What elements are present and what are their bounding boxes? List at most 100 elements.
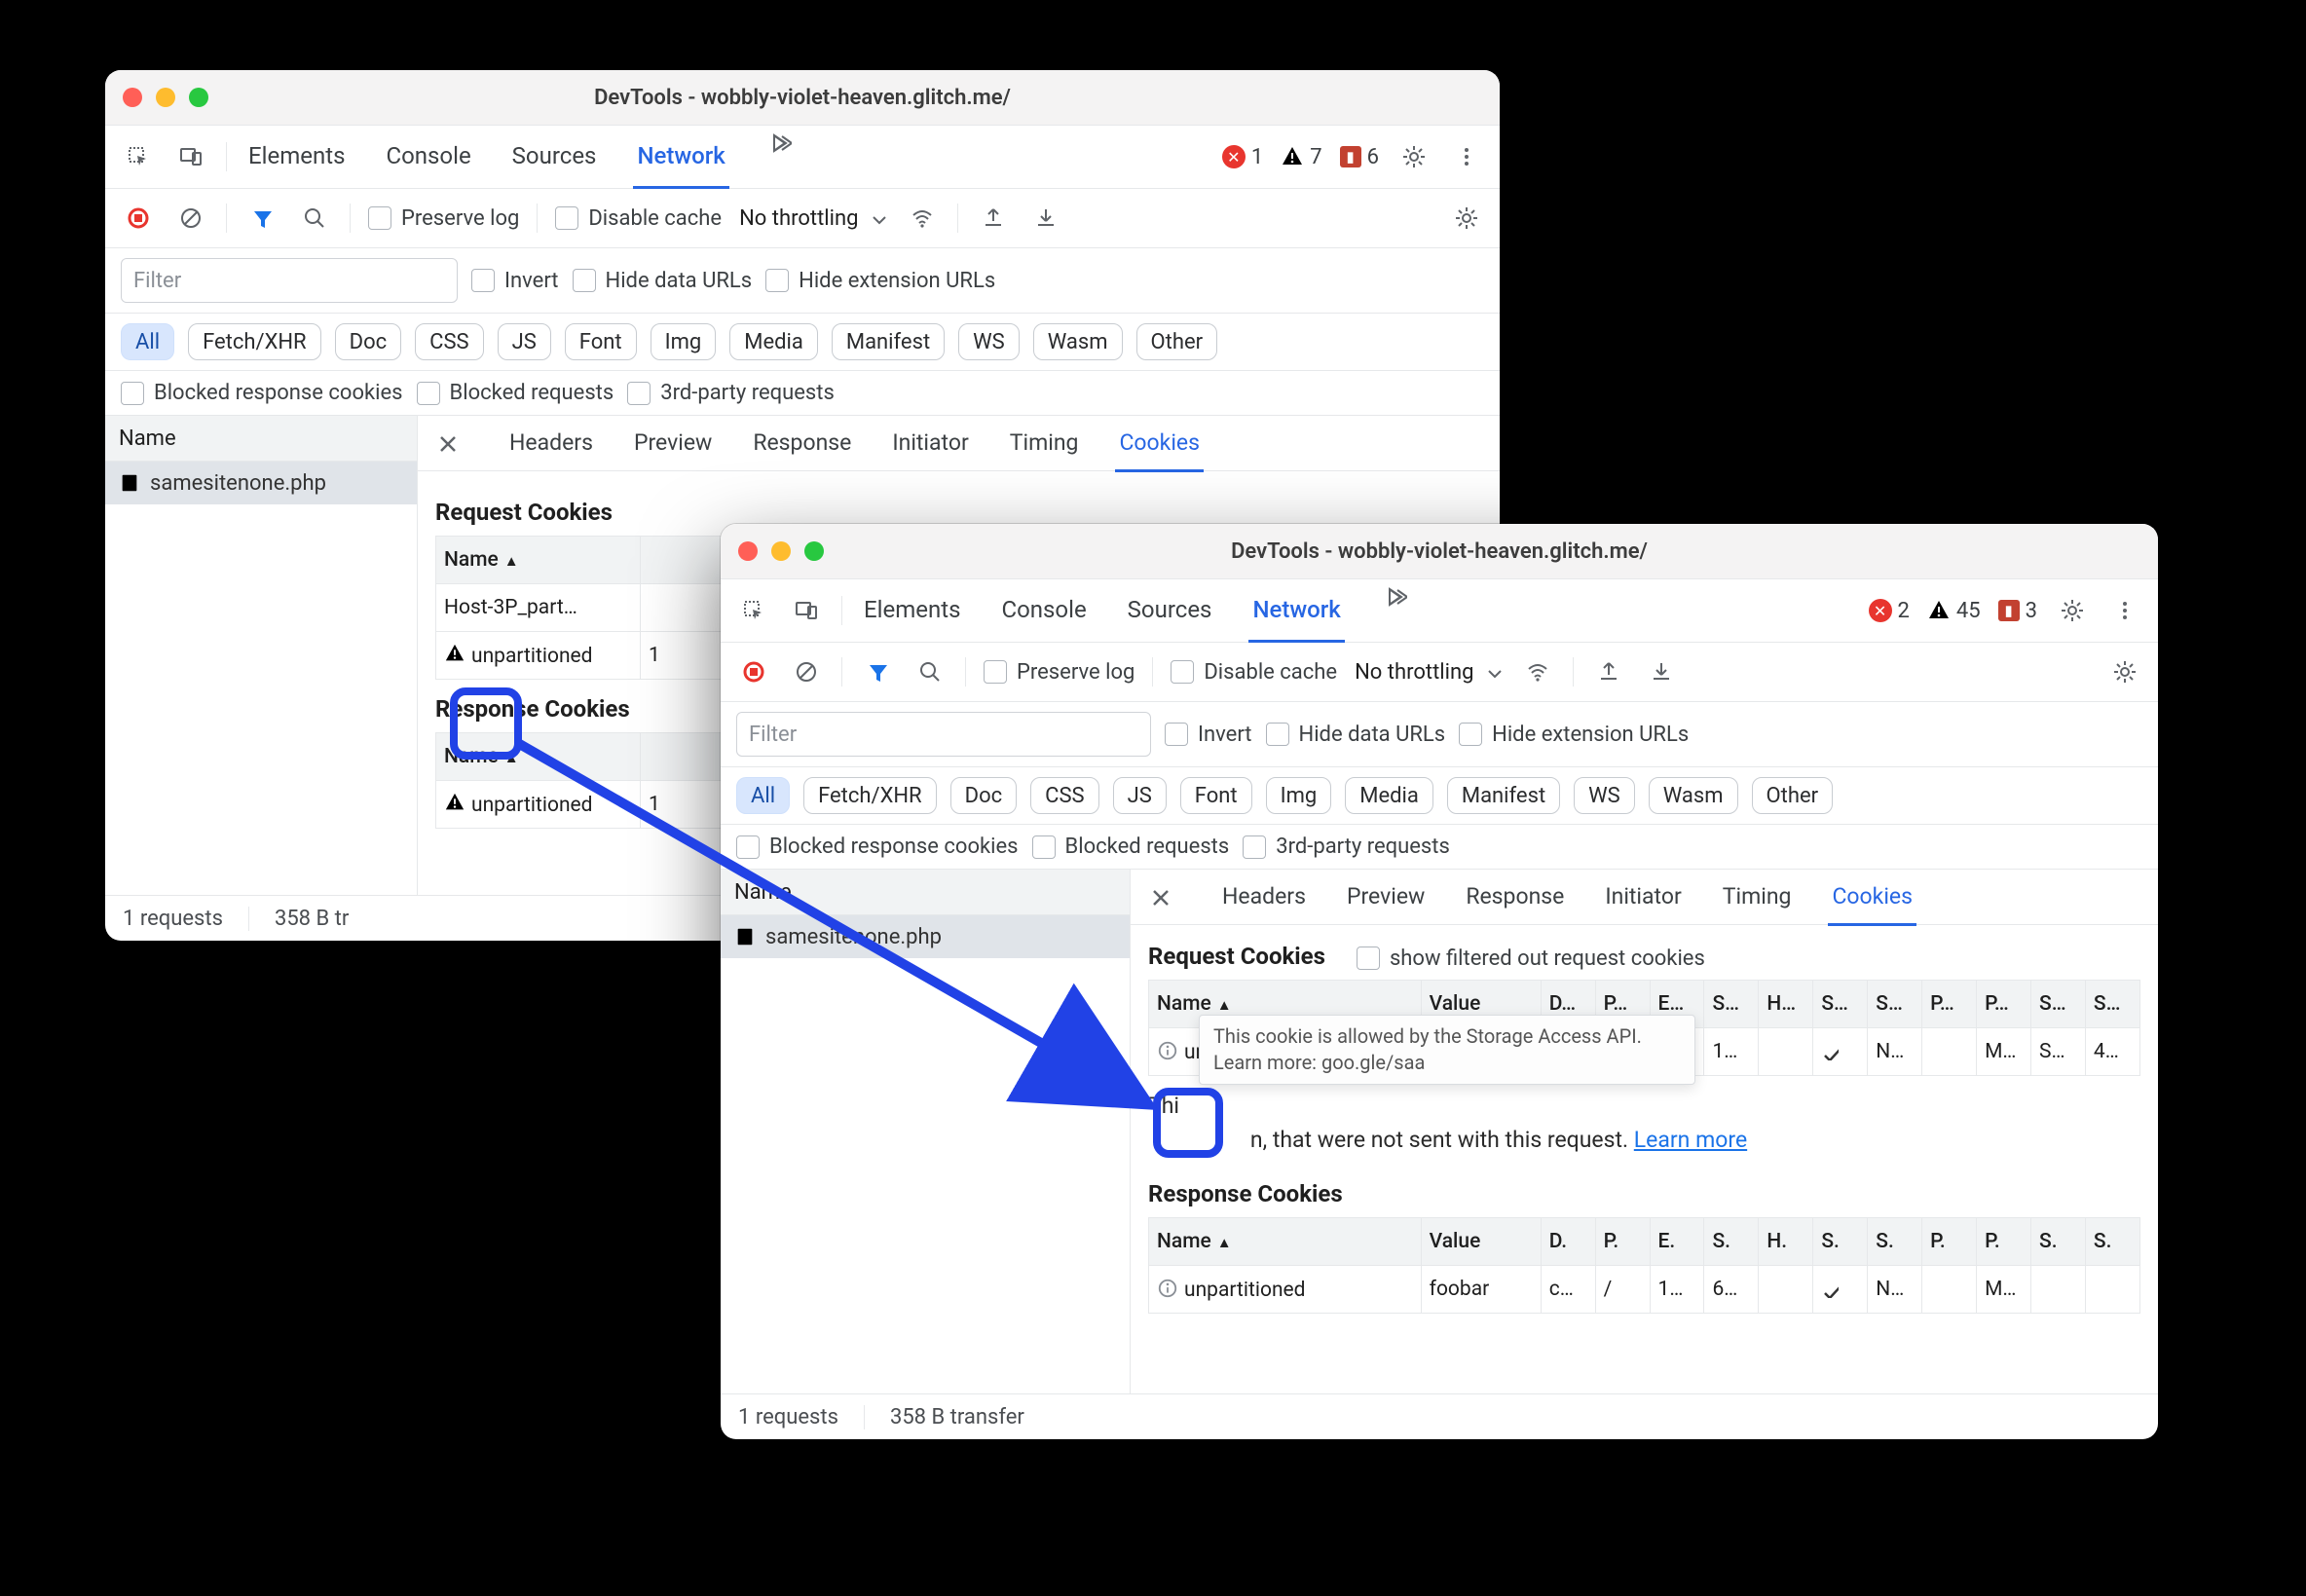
detail-tab-headers[interactable]: Headers <box>505 415 597 472</box>
zoom-window-icon[interactable] <box>189 88 208 107</box>
inspect-icon[interactable] <box>121 139 156 174</box>
detail-tab-response[interactable]: Response <box>749 415 855 472</box>
tab-console[interactable]: Console <box>997 579 1090 643</box>
type-chip-ws[interactable]: WS <box>958 323 1020 360</box>
preserve-log-checkbox[interactable]: Preserve log <box>984 660 1134 685</box>
traffic-lights[interactable] <box>123 88 208 107</box>
detail-tab-headers[interactable]: Headers <box>1218 869 1310 926</box>
blocked-response-cookies-checkbox[interactable]: Blocked response cookies <box>736 835 1019 859</box>
learn-more-link[interactable]: Learn more <box>1634 1127 1747 1153</box>
type-chip-doc[interactable]: Doc <box>335 323 402 360</box>
inspect-icon[interactable] <box>736 593 771 628</box>
tab-elements[interactable]: Elements <box>860 579 964 643</box>
filter-toggle-icon[interactable] <box>244 201 279 236</box>
request-row[interactable]: samesitenone.php <box>105 462 417 504</box>
th-name[interactable]: Name▲ <box>436 537 641 584</box>
clear-button[interactable] <box>789 654 824 689</box>
tab-sources[interactable]: Sources <box>1124 579 1216 643</box>
settings-icon[interactable] <box>2055 593 2090 628</box>
detail-tab-response[interactable]: Response <box>1462 869 1568 926</box>
error-warning-counts[interactable]: ✕2 45 ▮3 <box>1869 599 2037 623</box>
hide-extension-urls-checkbox[interactable]: Hide extension URLs <box>765 269 995 293</box>
titlebar[interactable]: DevTools - wobbly-violet-heaven.glitch.m… <box>105 70 1500 126</box>
minimize-window-icon[interactable] <box>156 88 175 107</box>
export-har-icon[interactable] <box>1028 201 1063 236</box>
requests-list[interactable]: samesitenone.php <box>105 462 417 895</box>
response-cookies-table[interactable]: Name▲ ValueD.P.E.S.H.S.S.P.P.S.S. unpart… <box>1148 1217 2140 1314</box>
detail-tab-timing[interactable]: Timing <box>1006 415 1083 472</box>
settings-icon[interactable] <box>1396 139 1432 174</box>
detail-tab-preview[interactable]: Preview <box>630 415 716 472</box>
type-chip-ws[interactable]: WS <box>1574 777 1635 814</box>
import-har-icon[interactable] <box>1591 654 1626 689</box>
hide-data-urls-checkbox[interactable]: Hide data URLs <box>573 269 753 293</box>
third-party-checkbox[interactable]: 3rd-party requests <box>627 381 835 405</box>
type-chip-media[interactable]: Media <box>729 323 818 360</box>
hide-data-urls-checkbox[interactable]: Hide data URLs <box>1266 723 1446 747</box>
more-tabs-icon[interactable] <box>1378 579 1413 614</box>
search-icon[interactable] <box>297 201 332 236</box>
error-warning-counts[interactable]: ✕1 7 ▮6 <box>1222 145 1379 169</box>
network-settings-icon[interactable] <box>1449 201 1484 236</box>
type-chip-wasm[interactable]: Wasm <box>1033 323 1123 360</box>
close-detail-icon[interactable] <box>1140 877 1179 916</box>
network-conditions-icon[interactable] <box>1520 654 1555 689</box>
throttling-select[interactable]: No throttling <box>739 206 887 231</box>
export-har-icon[interactable] <box>1644 654 1679 689</box>
type-chip-font[interactable]: Font <box>565 323 637 360</box>
blocked-requests-checkbox[interactable]: Blocked requests <box>417 381 614 405</box>
throttling-select[interactable]: No throttling <box>1355 660 1503 685</box>
record-button[interactable] <box>121 201 156 236</box>
hide-extension-urls-checkbox[interactable]: Hide extension URLs <box>1459 723 1689 747</box>
titlebar[interactable]: DevTools - wobbly-violet-heaven.glitch.m… <box>721 524 2158 579</box>
type-chip-manifest[interactable]: Manifest <box>1447 777 1560 814</box>
zoom-window-icon[interactable] <box>804 541 824 561</box>
disable-cache-checkbox[interactable]: Disable cache <box>555 206 722 231</box>
more-tabs-icon[interactable] <box>762 126 798 161</box>
type-chip-doc[interactable]: Doc <box>950 777 1018 814</box>
type-chip-other[interactable]: Other <box>1136 323 1218 360</box>
blocked-response-cookies-checkbox[interactable]: Blocked response cookies <box>121 381 403 405</box>
type-chip-all[interactable]: All <box>736 777 790 814</box>
type-chip-other[interactable]: Other <box>1752 777 1834 814</box>
table-row[interactable]: unpartitioned foobar c… / 1… 6… N… M… <box>1149 1266 2140 1314</box>
type-chip-wasm[interactable]: Wasm <box>1649 777 1738 814</box>
search-icon[interactable] <box>912 654 948 689</box>
detail-tab-cookies[interactable]: Cookies <box>1115 415 1204 472</box>
third-party-checkbox[interactable]: 3rd-party requests <box>1243 835 1450 859</box>
preserve-log-checkbox[interactable]: Preserve log <box>368 206 519 231</box>
clear-button[interactable] <box>173 201 208 236</box>
tab-console[interactable]: Console <box>382 126 474 189</box>
close-window-icon[interactable] <box>123 88 142 107</box>
type-chip-all[interactable]: All <box>121 323 174 360</box>
record-button[interactable] <box>736 654 771 689</box>
invert-checkbox[interactable]: Invert <box>471 269 559 293</box>
requests-list[interactable]: samesitenone.php <box>721 915 1130 1393</box>
type-chip-css[interactable]: CSS <box>1030 777 1098 814</box>
type-chip-manifest[interactable]: Manifest <box>832 323 945 360</box>
request-row[interactable]: samesitenone.php <box>721 915 1130 958</box>
detail-tab-preview[interactable]: Preview <box>1343 869 1429 926</box>
detail-tab-cookies[interactable]: Cookies <box>1828 869 1916 926</box>
type-chip-font[interactable]: Font <box>1180 777 1252 814</box>
blocked-requests-checkbox[interactable]: Blocked requests <box>1032 835 1230 859</box>
filter-input[interactable]: Filter <box>121 258 458 303</box>
type-chip-fetch[interactable]: Fetch/XHR <box>803 777 937 814</box>
invert-checkbox[interactable]: Invert <box>1165 723 1252 747</box>
detail-tab-initiator[interactable]: Initiator <box>888 415 972 472</box>
detail-tab-timing[interactable]: Timing <box>1719 869 1796 926</box>
type-chip-img[interactable]: Img <box>1266 777 1332 814</box>
kebab-menu-icon[interactable] <box>2107 593 2142 628</box>
type-chip-js[interactable]: JS <box>1113 777 1167 814</box>
detail-tab-initiator[interactable]: Initiator <box>1601 869 1685 926</box>
disable-cache-checkbox[interactable]: Disable cache <box>1171 660 1337 685</box>
device-mode-icon[interactable] <box>789 593 824 628</box>
type-chip-fetch[interactable]: Fetch/XHR <box>188 323 321 360</box>
device-mode-icon[interactable] <box>173 139 208 174</box>
filter-input[interactable]: Filter <box>736 712 1151 757</box>
tab-network[interactable]: Network <box>633 126 728 189</box>
close-detail-icon[interactable] <box>428 424 466 463</box>
network-settings-icon[interactable] <box>2107 654 2142 689</box>
type-chip-js[interactable]: JS <box>498 323 551 360</box>
tab-network[interactable]: Network <box>1248 579 1344 643</box>
